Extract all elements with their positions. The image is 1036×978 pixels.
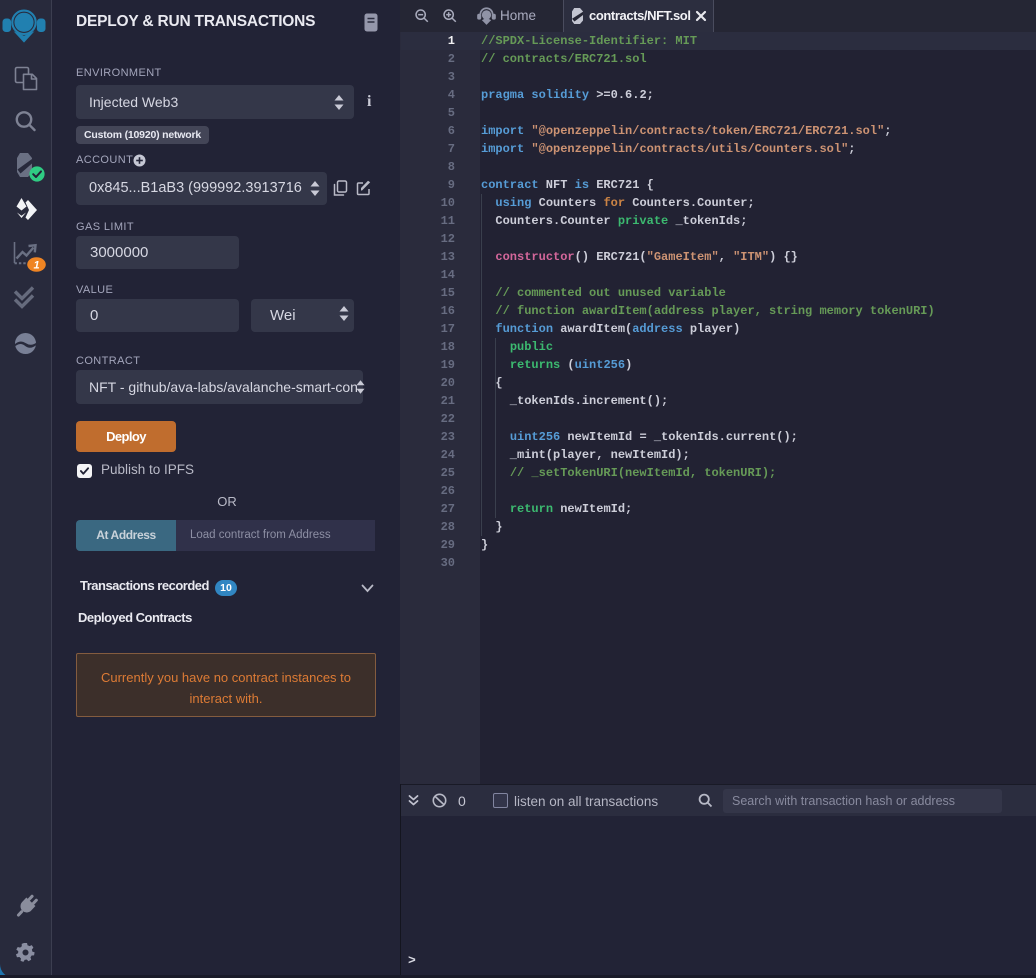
svg-text:1: 1	[33, 260, 39, 272]
